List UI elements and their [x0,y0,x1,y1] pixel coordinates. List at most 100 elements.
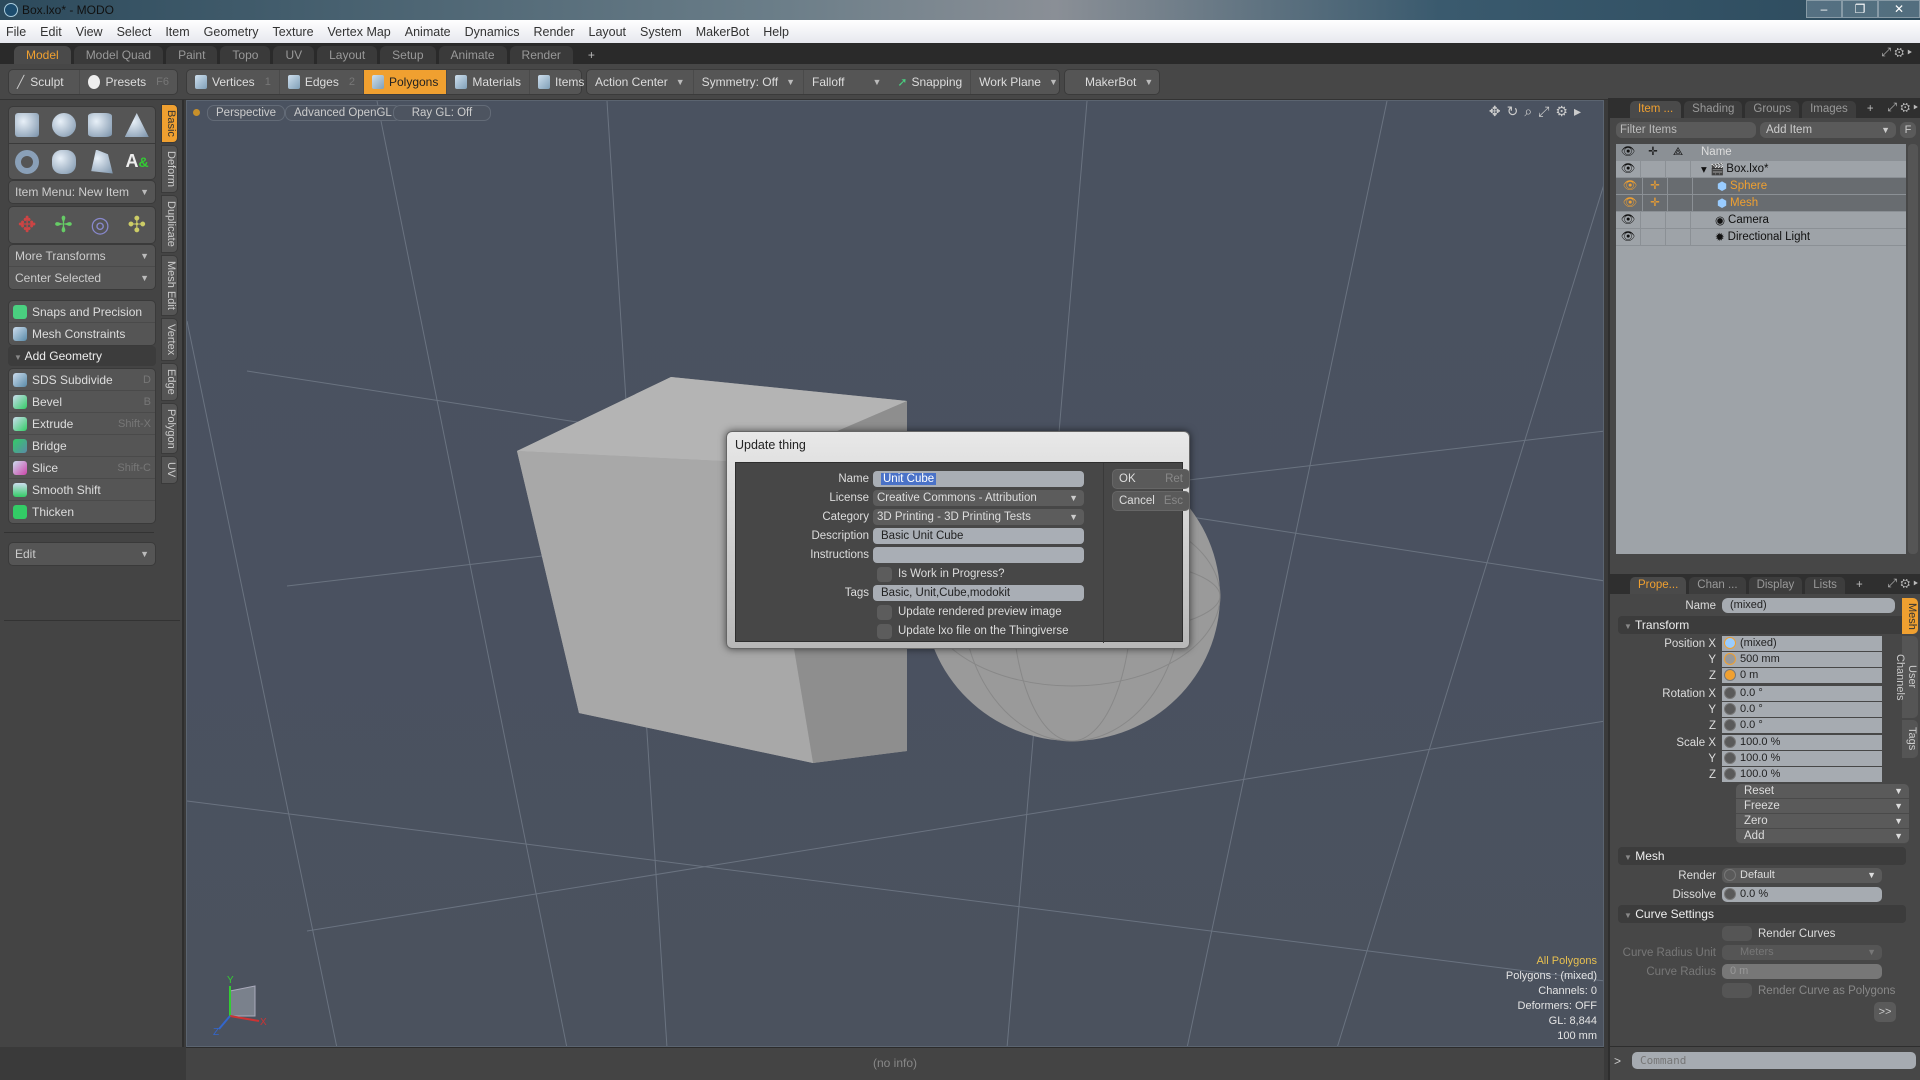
freeze-dropdown[interactable]: Freeze ▼ [1736,799,1909,814]
tab-display[interactable]: Display [1748,577,1803,594]
mode-materials-button[interactable]: Materials [447,70,531,94]
bevel-button[interactable]: Bevel B [9,391,155,413]
layout-tab-topo[interactable]: Topo [220,46,271,64]
item-row-light[interactable]: 👁 ✹ Directional Light [1616,228,1906,246]
vtab-basic[interactable]: Basic [161,104,178,143]
minimize-button[interactable]: – [1806,0,1842,18]
expand-arrow-icon[interactable]: ▸ [1574,103,1587,119]
update-lxo-checkbox[interactable] [877,623,892,639]
add-tab-button[interactable]: + [1859,101,1882,118]
item-row-mesh[interactable]: 👁 ✛ ⬢ Mesh [1616,194,1906,212]
rotation-x-input[interactable]: 0.0 ° [1722,686,1882,701]
thicken-button[interactable]: Thicken [9,501,155,523]
makerbot-dropdown[interactable]: MakerBot ▼ [1065,70,1159,94]
mode-edges-button[interactable]: Edges 2 [280,70,364,94]
command-input[interactable]: Command [1632,1052,1916,1069]
more-transforms-dropdown[interactable]: More Transforms ▼ [9,245,155,267]
layout-tab-model[interactable]: Model [14,46,71,64]
tab-item-list[interactable]: Item ... [1630,101,1682,118]
vtab-vertex[interactable]: Vertex [161,317,178,361]
menu-texture[interactable]: Texture [273,25,314,39]
dissolve-input[interactable]: 0.0 % [1722,887,1882,902]
license-dropdown[interactable]: Creative Commons - Attribution ▼ [873,490,1084,506]
view-type-button[interactable]: Perspective [207,105,286,121]
zoom-icon[interactable]: ⌕ [1524,103,1538,119]
tab-images[interactable]: Images [1802,101,1856,118]
slice-button[interactable]: Slice Shift-C [9,457,155,479]
layout-tab-model-quad[interactable]: Model Quad [73,46,164,64]
visibility-column-eye-icon[interactable]: 👁 [1616,143,1641,161]
menu-render[interactable]: Render [534,25,575,39]
falloff-dropdown[interactable]: Falloff ▼ [804,70,889,94]
bridge-button[interactable]: Bridge [9,435,155,457]
move-icon[interactable]: ✢ [54,212,72,238]
tab-shading[interactable]: Shading [1684,101,1743,118]
layout-tab-uv[interactable]: UV [273,46,315,64]
more-options-button[interactable]: >> [1874,1002,1896,1022]
sds-subdivide-button[interactable]: SDS Subdivide D [9,369,155,391]
menu-makerbot[interactable]: MakerBot [696,25,750,39]
mesh-section[interactable]: ▼ Mesh [1618,847,1906,865]
extrude-button[interactable]: Extrude Shift-X [9,413,155,435]
add-dropdown[interactable]: Add ▼ [1736,829,1909,844]
close-button[interactable]: ✕ [1878,0,1920,18]
keyframe-dot-icon[interactable] [1724,653,1736,665]
curve-settings-section[interactable]: ▼ Curve Settings [1618,905,1906,923]
layout-tab-layout[interactable]: Layout [317,46,378,64]
mesh-constraints-button[interactable]: Mesh Constraints [9,323,155,345]
transform-section[interactable]: ▼ Transform [1618,616,1906,634]
curve-radius-input[interactable]: 0 m [1722,964,1882,979]
scale-icon[interactable]: ✣ [128,212,146,238]
smooth-shift-button[interactable]: Smooth Shift [9,479,155,501]
filter-items-input[interactable]: Filter Items [1616,122,1756,138]
raygl-button[interactable]: Ray GL: Off [393,105,491,121]
category-dropdown[interactable]: 3D Printing - 3D Printing Tests ▼ [873,509,1084,525]
menu-vertex-map[interactable]: Vertex Map [328,25,391,39]
wip-checkbox[interactable] [877,566,892,582]
keyframe-dot-icon[interactable] [1724,719,1736,731]
side-tab-mesh[interactable]: Mesh [1902,598,1918,634]
keyframe-dot-icon[interactable] [1724,888,1736,900]
vtab-uv[interactable]: UV [161,456,178,484]
tab-channels[interactable]: Chan ... [1689,577,1746,594]
menu-dynamics[interactable]: Dynamics [465,25,520,39]
pan-icon[interactable]: ✥ [1489,103,1507,119]
center-selected-dropdown[interactable]: Center Selected ▼ [9,267,155,289]
transform-icon[interactable]: ✥ [18,212,36,238]
menu-view[interactable]: View [76,25,103,39]
position-x-input[interactable]: (mixed) [1722,636,1882,651]
mode-vertices-button[interactable]: Vertices 1 [187,70,280,94]
keyframe-dot-icon[interactable] [1724,703,1736,715]
vtab-edge[interactable]: Edge [161,362,178,401]
sculpt-button[interactable]: ╱ Sculpt [9,70,81,94]
filter-f-button[interactable]: F [1900,122,1916,138]
layout-tab-paint[interactable]: Paint [166,46,218,64]
edit-dropdown[interactable]: Edit ▼ [9,543,155,565]
rotate-icon[interactable]: ◎ [91,212,110,238]
reset-dropdown[interactable]: Reset ▼ [1736,784,1909,799]
cube-icon[interactable] [15,113,40,137]
tags-input[interactable]: Basic, Unit,Cube,modokit [873,585,1084,601]
capsule-icon[interactable] [52,149,77,174]
item-row-sphere[interactable]: 👁 ✛ ⬢ Sphere [1616,177,1906,195]
vtab-mesh-edit[interactable]: Mesh Edit [161,254,178,316]
position-y-input[interactable]: 500 mm [1722,652,1882,667]
layout-settings-icons[interactable]: ⤢ ⚙ ▸ [1881,45,1912,60]
cancel-button[interactable]: Cancel Esc [1112,491,1190,511]
render-curve-polys-toggle[interactable] [1722,983,1752,998]
layout-tab-render[interactable]: Render [509,46,573,64]
keyframe-dot-icon[interactable] [1724,669,1736,681]
presets-button[interactable]: Presets F6 [80,70,177,94]
render-column-icon[interactable]: ⟁ [1666,143,1691,161]
scale-y-input[interactable]: 100.0 % [1722,751,1882,766]
keyframe-dot-icon[interactable] [1724,637,1736,649]
scale-z-input[interactable]: 100.0 % [1722,767,1882,782]
maximize-icon[interactable]: ⤢ [1538,103,1555,119]
render-dropdown[interactable]: Default ▼ [1722,868,1882,883]
orbit-icon[interactable]: ↻ [1507,103,1525,119]
vtab-duplicate[interactable]: Duplicate [161,194,178,253]
text-tool-icon[interactable]: A& [126,151,149,172]
cone-icon[interactable] [124,113,149,137]
eye-icon[interactable]: 👁 [1616,211,1641,229]
add-item-dropdown[interactable]: Add Item ▼ [1760,122,1896,138]
